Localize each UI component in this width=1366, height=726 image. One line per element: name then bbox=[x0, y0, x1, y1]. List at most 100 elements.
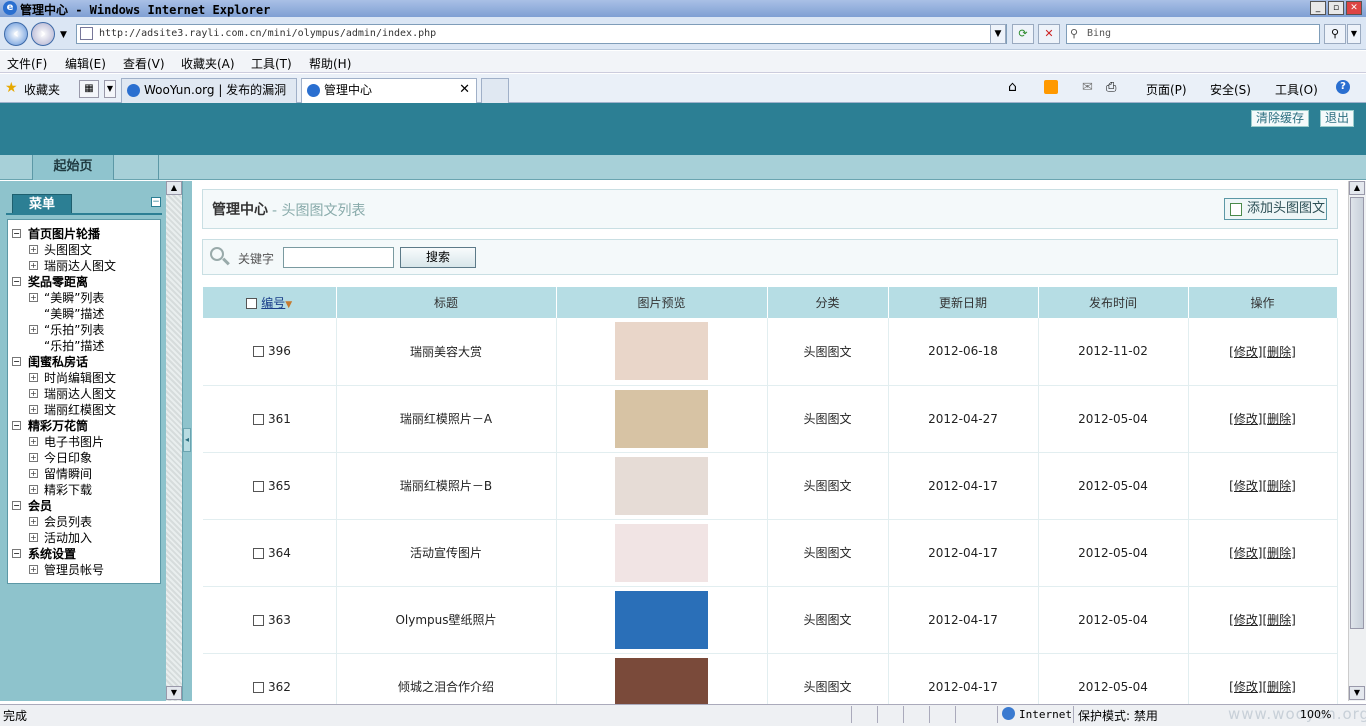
search-icon: ⚲ bbox=[1070, 27, 1079, 40]
ops-cell: [修改][删除] bbox=[1188, 318, 1338, 386]
scroll-down-icon[interactable]: ▼ bbox=[166, 686, 182, 700]
print-icon[interactable]: ⎙ bbox=[1106, 80, 1116, 95]
tools-menu[interactable]: 工具(O) bbox=[1275, 81, 1318, 98]
scroll-up-icon[interactable]: ▲ bbox=[166, 181, 182, 195]
add-banner-button[interactable]: 添加头图图文 bbox=[1224, 198, 1327, 220]
close-tab-icon[interactable]: ✕ bbox=[459, 79, 470, 101]
row-checkbox[interactable] bbox=[253, 547, 264, 559]
mail-icon[interactable]: ✉ bbox=[1082, 80, 1093, 95]
address-dropdown-button[interactable]: ▼ bbox=[990, 24, 1006, 44]
menu-tools[interactable]: 工具(T) bbox=[251, 55, 292, 72]
category-cell: 头图图文 bbox=[767, 385, 889, 453]
collapse-menu-icon[interactable]: − bbox=[151, 197, 161, 207]
back-button[interactable]: ‹ bbox=[4, 22, 28, 46]
thumbnail-image[interactable] bbox=[615, 523, 708, 582]
row-checkbox[interactable] bbox=[253, 413, 264, 425]
thumbnail-image[interactable] bbox=[615, 389, 708, 448]
scroll-up-icon[interactable]: ▲ bbox=[1349, 181, 1365, 195]
menu-file[interactable]: 文件(F) bbox=[7, 55, 47, 72]
forward-button[interactable]: › bbox=[31, 22, 55, 46]
menu-help[interactable]: 帮助(H) bbox=[309, 55, 351, 72]
delete-link[interactable]: [删除] bbox=[1263, 345, 1296, 359]
delete-link[interactable]: [删除] bbox=[1263, 613, 1296, 627]
tab-wooyun[interactable]: WooYun.org | 发布的漏洞 bbox=[121, 78, 297, 103]
edit-link[interactable]: [修改] bbox=[1229, 546, 1262, 560]
collapse-sidebar-icon[interactable]: ◂ bbox=[183, 428, 191, 452]
expand-icon: + bbox=[29, 469, 38, 478]
row-checkbox[interactable] bbox=[253, 480, 264, 492]
watermark: www.wooyun.org bbox=[1228, 705, 1366, 723]
menu-favorites[interactable]: 收藏夹(A) bbox=[181, 55, 235, 72]
menu-view[interactable]: 查看(V) bbox=[123, 55, 165, 72]
table-row: 365 瑞丽红模照片－B 头图图文 2012-04-17 2012-05-04 [修改][… bbox=[203, 452, 1338, 520]
scrollbar-thumb[interactable] bbox=[1350, 197, 1364, 629]
divider bbox=[6, 213, 162, 215]
safety-menu[interactable]: 安全(S) bbox=[1210, 81, 1251, 98]
collapse-icon[interactable]: − bbox=[12, 229, 21, 238]
ops-cell: [修改][删除] bbox=[1188, 385, 1338, 453]
tab-home[interactable]: 起始页 bbox=[32, 155, 114, 180]
zoom-level[interactable]: 100% bbox=[1300, 708, 1331, 721]
col-id-header[interactable]: 编号▼ bbox=[203, 287, 337, 318]
quick-tabs-icon[interactable]: ▦ bbox=[79, 80, 99, 98]
security-zone: Internet bbox=[1019, 708, 1072, 721]
thumbnail-image[interactable] bbox=[615, 590, 708, 649]
ie-logo-icon: e bbox=[3, 1, 17, 15]
sidebar-scrollbar[interactable] bbox=[166, 181, 182, 701]
preview-cell bbox=[556, 452, 768, 520]
delete-link[interactable]: [删除] bbox=[1263, 680, 1296, 694]
restore-button[interactable]: ▫ bbox=[1328, 1, 1344, 15]
home-icon[interactable]: ⌂ bbox=[1008, 79, 1017, 95]
edit-link[interactable]: [修改] bbox=[1229, 345, 1262, 359]
select-all-checkbox[interactable] bbox=[246, 298, 258, 309]
delete-link[interactable]: [删除] bbox=[1263, 546, 1296, 560]
search-go-button[interactable]: ⚲ bbox=[1324, 24, 1346, 44]
clear-cache-button[interactable]: 清除缓存 bbox=[1251, 110, 1310, 127]
category-cell: 头图图文 bbox=[767, 452, 889, 520]
published-cell: 2012-05-04 bbox=[1038, 385, 1189, 453]
new-tab-button[interactable] bbox=[481, 78, 509, 103]
search-button[interactable]: 搜索 bbox=[400, 247, 476, 268]
refresh-button[interactable]: ⟳ bbox=[1012, 24, 1034, 44]
add-document-icon bbox=[1230, 203, 1242, 216]
protected-mode[interactable]: 保护模式: 禁用 bbox=[1078, 707, 1158, 724]
help-icon[interactable]: ? bbox=[1336, 80, 1350, 94]
search-options-button[interactable]: ▼ bbox=[1347, 24, 1361, 44]
thumbnail-image[interactable] bbox=[615, 322, 708, 381]
row-checkbox[interactable] bbox=[253, 614, 264, 626]
minimize-button[interactable]: _ bbox=[1310, 1, 1326, 15]
title-cell: Olympus壁纸照片 bbox=[336, 586, 557, 654]
title-cell: 活动宣传图片 bbox=[336, 519, 557, 587]
search-input[interactable]: Bing bbox=[1066, 24, 1320, 44]
page-title: 管理中心 bbox=[212, 202, 268, 218]
collapse-icon[interactable]: − bbox=[12, 549, 21, 558]
delete-link[interactable]: [删除] bbox=[1263, 479, 1296, 493]
edit-link[interactable]: [修改] bbox=[1229, 613, 1262, 627]
page-menu[interactable]: 页面(P) bbox=[1146, 81, 1187, 98]
row-checkbox[interactable] bbox=[253, 346, 264, 358]
tab-admin-center[interactable]: 管理中心 ✕ bbox=[301, 78, 477, 103]
edit-link[interactable]: [修改] bbox=[1229, 412, 1262, 426]
tab-list-dropdown-icon[interactable]: ▼ bbox=[104, 80, 116, 98]
thumbnail-image[interactable] bbox=[615, 456, 708, 515]
row-checkbox[interactable] bbox=[253, 681, 264, 693]
collapse-icon[interactable]: − bbox=[12, 277, 21, 286]
collapse-icon[interactable]: − bbox=[12, 421, 21, 430]
scroll-down-icon[interactable]: ▼ bbox=[1349, 686, 1365, 700]
favorites-button[interactable]: 收藏夹 bbox=[24, 81, 60, 98]
logout-button[interactable]: 退出 bbox=[1320, 110, 1355, 127]
category-cell: 头图图文 bbox=[767, 318, 889, 386]
close-window-button[interactable]: ✕ bbox=[1346, 1, 1362, 15]
stop-button[interactable]: ✕ bbox=[1038, 24, 1060, 44]
expand-icon: + bbox=[29, 389, 38, 398]
collapse-icon[interactable]: − bbox=[12, 501, 21, 510]
address-bar-input[interactable]: http://adsite3.rayli.com.cn/mini/olympus… bbox=[76, 24, 1007, 44]
keyword-input[interactable] bbox=[283, 247, 394, 268]
delete-link[interactable]: [删除] bbox=[1263, 412, 1296, 426]
edit-link[interactable]: [修改] bbox=[1229, 680, 1262, 694]
history-dropdown-icon[interactable]: ▼ bbox=[60, 30, 67, 40]
collapse-icon[interactable]: − bbox=[12, 357, 21, 366]
menu-edit[interactable]: 编辑(E) bbox=[65, 55, 106, 72]
edit-link[interactable]: [修改] bbox=[1229, 479, 1262, 493]
rss-feed-icon[interactable] bbox=[1044, 80, 1058, 94]
